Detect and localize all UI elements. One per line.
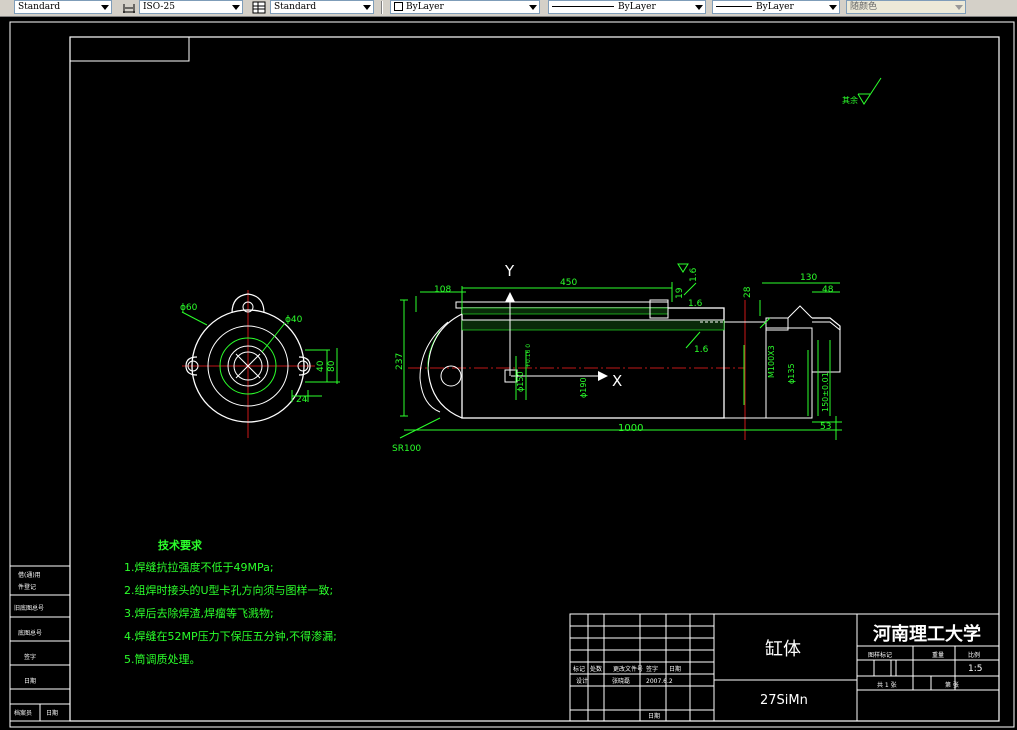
code-box <box>69 36 190 62</box>
dim-phi190: ϕ190 <box>579 377 588 398</box>
dim-phi60: ϕ60 <box>180 303 198 313</box>
lineweight-preview <box>716 6 752 7</box>
rev-label: 标记 <box>573 665 585 673</box>
scale-value: 1:5 <box>968 664 982 674</box>
tech-req-item: 5.筒调质处理。 <box>124 652 201 666</box>
date-label: 日期 <box>648 712 660 720</box>
rev-label: 更改文件号 <box>613 665 643 673</box>
drawing-canvas[interactable]: 其余 ϕ60 ϕ40 40 80 24 Y X 108 450 19 1.6 1… <box>0 16 1017 730</box>
axis-x-label: X <box>612 372 622 390</box>
dim-48: 48 <box>822 285 834 295</box>
tech-req-item: 4.焊缝在52MP压力下保压五分钟,不得渗漏; <box>124 629 337 643</box>
dim-style-dropdown[interactable]: ISO-25 <box>139 0 243 14</box>
dim-19: 19 <box>675 287 685 299</box>
properties-toolbar: Standard ISO-25 Standard ByLayer ByLayer… <box>0 0 1017 17</box>
dimension-style-icon[interactable] <box>122 1 136 14</box>
dim-phi40: ϕ40 <box>285 315 303 325</box>
dim-130: 130 <box>800 273 817 283</box>
text-style-value: Standard <box>18 2 61 12</box>
tech-req-title: 技术要求 <box>158 538 203 552</box>
surface-mark-label: 其余 <box>842 95 858 105</box>
table-style-value: Standard <box>274 2 317 12</box>
dim-80: 80 <box>327 360 337 372</box>
scale-label: 比例 <box>968 651 980 659</box>
lineweight-dropdown[interactable]: ByLayer <box>712 0 840 14</box>
chevron-down-icon[interactable] <box>363 5 371 10</box>
dim-28: 28 <box>743 286 753 298</box>
designer-name: 张晓磊 <box>612 677 630 685</box>
chevron-down-icon[interactable] <box>829 5 837 10</box>
dim-1-6-a: 1.6 <box>689 267 699 282</box>
rev-label: 日期 <box>669 665 681 673</box>
linetype-preview <box>552 6 614 7</box>
technical-requirements: 技术要求 1.焊缝抗拉强度不低于49MPa; 2.组焊时接头的U型卡孔方向须与图… <box>124 538 337 666</box>
surface-roughness-mark: 其余 <box>842 77 882 105</box>
dim-phi135: ϕ135 <box>787 363 796 384</box>
dim-150-tol: 150±0.01 <box>821 372 830 412</box>
lineweight-value: ByLayer <box>756 2 794 12</box>
dim-phi150: ϕ150 <box>516 371 525 392</box>
linetype-dropdown[interactable]: ByLayer <box>548 0 706 14</box>
tech-req-item: 1.焊缝抗拉强度不低于49MPa; <box>124 560 274 574</box>
dim-sr100: SR100 <box>392 444 421 454</box>
dim-108: 108 <box>434 285 451 295</box>
dim-237: 237 <box>395 353 405 370</box>
sheet-total: 共 1 张 <box>877 681 897 689</box>
axis-y-label: Y <box>504 262 515 280</box>
chevron-down-icon[interactable] <box>232 5 240 10</box>
side-table-cell: 日期 <box>46 709 58 717</box>
dim-53: 53 <box>820 422 831 432</box>
layer-value: ByLayer <box>406 2 444 12</box>
plot-style-value: 随颜色 <box>850 2 878 12</box>
part-material: 27SiMn <box>760 693 808 708</box>
linetype-value: ByLayer <box>618 2 656 12</box>
side-table-cell: 旧底图总号 <box>14 604 44 612</box>
part-name: 缸体 <box>765 638 801 660</box>
color-swatch-icon <box>394 2 403 11</box>
side-table-cell: 借(通)用 <box>18 571 41 579</box>
stage-mark-label: 图样标记 <box>868 651 892 659</box>
weight-label: 重量 <box>932 651 944 659</box>
school-name: 河南理工大学 <box>873 623 981 645</box>
plot-style-dropdown[interactable]: 随颜色 <box>846 0 966 14</box>
dim-40: 40 <box>316 360 326 372</box>
end-view-flange: ϕ60 ϕ40 40 80 24 <box>180 290 340 438</box>
dim-450: 450 <box>560 278 577 288</box>
dim-tolerance: +0.16 0 <box>525 344 532 368</box>
outer-frame <box>9 21 1015 728</box>
design-date: 2007.6.2 <box>646 678 673 685</box>
rev-label: 签字 <box>646 665 658 673</box>
side-table-cell: 日期 <box>24 677 36 685</box>
design-label: 设计 <box>576 677 588 685</box>
sheet-number: 第 张 <box>945 681 959 689</box>
dim-style-value: ISO-25 <box>143 2 175 12</box>
dim-1-6-b: 1.6 <box>688 299 703 309</box>
chevron-down-icon[interactable] <box>695 5 703 10</box>
tech-req-item: 3.焊后去除焊渣,焊瘤等飞溅物; <box>124 606 274 620</box>
table-style-icon[interactable] <box>252 1 266 14</box>
toolbar-separator <box>381 1 383 14</box>
side-table-cell: 底图总号 <box>18 629 42 637</box>
side-table-cell: 签字 <box>24 653 36 661</box>
text-style-dropdown[interactable]: Standard <box>14 0 112 14</box>
chevron-down-icon[interactable] <box>101 5 109 10</box>
chevron-down-icon[interactable] <box>529 5 537 10</box>
rev-label: 处数 <box>590 665 602 673</box>
dim-24: 24 <box>296 395 308 405</box>
dim-m100: M100X3 <box>767 345 776 378</box>
side-table-cell: 件登记 <box>18 583 36 591</box>
chevron-down-icon[interactable] <box>955 5 963 10</box>
layer-color-dropdown[interactable]: ByLayer <box>390 0 540 14</box>
table-style-dropdown[interactable]: Standard <box>270 0 374 14</box>
side-table-cell: 档案员 <box>14 709 32 717</box>
dim-1000: 1000 <box>618 423 643 434</box>
tech-req-item: 2.组焊时接头的U型卡孔方向须与图样一致; <box>124 583 333 597</box>
dim-1-6-c: 1.6 <box>694 345 709 355</box>
